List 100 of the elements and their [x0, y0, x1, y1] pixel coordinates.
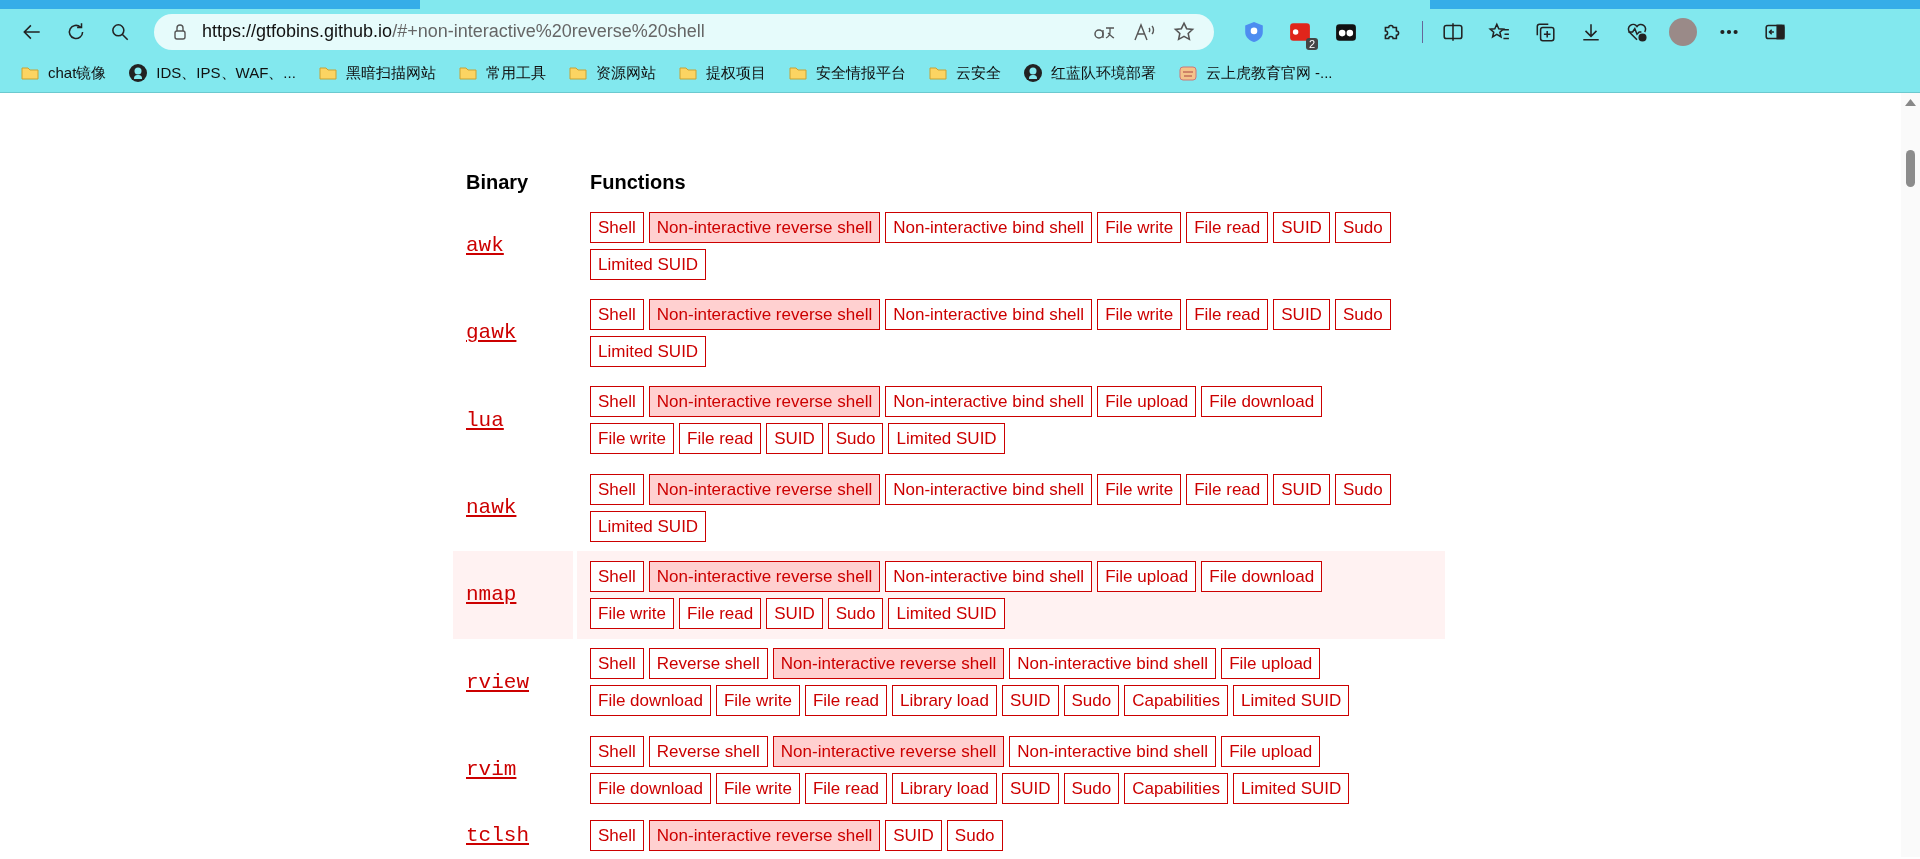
function-tag[interactable]: Sudo — [827, 423, 884, 455]
function-tag[interactable]: Shell — [590, 386, 644, 418]
bookmark-item[interactable]: chat镜像 — [12, 59, 115, 87]
function-tag[interactable]: Non-interactive reverse shell — [648, 819, 881, 851]
binary-link[interactable]: gawk — [466, 321, 517, 345]
address-bar[interactable]: https://gtfobins.github.io/#+non-interactive%20reverse%20shell — [154, 13, 1214, 50]
function-tag[interactable]: Library load — [892, 685, 997, 717]
scroll-up-icon[interactable] — [1905, 99, 1916, 106]
function-tag[interactable]: SUID — [1273, 473, 1330, 505]
function-tag[interactable]: File read — [679, 423, 762, 455]
function-tag[interactable]: Sudo — [827, 597, 884, 629]
bookmark-item[interactable]: 云上虎教育官网 -... — [1169, 59, 1341, 87]
function-tag[interactable]: File read — [804, 685, 888, 717]
function-tag[interactable]: File read — [1186, 299, 1269, 330]
function-tag[interactable]: File download — [590, 685, 711, 717]
function-tag[interactable]: Limited SUID — [1233, 685, 1350, 717]
function-tag[interactable]: File write — [1097, 299, 1182, 330]
function-tag[interactable]: Limited SUID — [888, 597, 1005, 629]
function-tag[interactable]: Shell — [590, 560, 644, 592]
function-tag[interactable]: Sudo — [1334, 299, 1391, 330]
binary-link[interactable]: awk — [466, 234, 504, 258]
function-tag[interactable]: File write — [590, 423, 674, 455]
function-tag[interactable]: Shell — [590, 648, 644, 680]
bookmark-item[interactable]: 云安全 — [919, 59, 1009, 87]
function-tag[interactable]: Shell — [590, 473, 644, 505]
function-tag[interactable]: Non-interactive reverse shell — [772, 648, 1005, 680]
function-tag[interactable]: File read — [1186, 211, 1269, 243]
function-tag[interactable]: Sudo — [1063, 685, 1120, 717]
function-tag[interactable]: Shell — [590, 735, 644, 767]
function-tag[interactable]: SUID — [766, 597, 823, 629]
function-tag[interactable]: Limited SUID — [590, 510, 707, 542]
function-tag[interactable]: SUID — [1001, 772, 1059, 804]
function-tag[interactable]: Non-interactive bind shell — [885, 386, 1093, 418]
function-tag[interactable]: File upload — [1097, 386, 1197, 418]
bookmark-item[interactable]: 黑暗扫描网站 — [309, 59, 444, 87]
function-tag[interactable]: Capabilities — [1124, 685, 1229, 717]
function-tag[interactable]: Shell — [590, 819, 644, 851]
github-icon — [1022, 63, 1043, 83]
function-tag[interactable]: Shell — [590, 299, 644, 330]
function-tag[interactable]: Non-interactive reverse shell — [648, 560, 881, 592]
function-tag[interactable]: Reverse shell — [648, 648, 768, 680]
function-tag[interactable]: SUID — [885, 819, 942, 851]
function-tag[interactable]: SUID — [766, 423, 823, 455]
function-tag[interactable]: Non-interactive reverse shell — [648, 299, 881, 330]
function-tag[interactable]: Sudo — [946, 819, 1003, 851]
function-tag[interactable]: Sudo — [1334, 473, 1391, 505]
function-tag[interactable]: File upload — [1221, 648, 1321, 680]
function-tag[interactable]: Limited SUID — [888, 423, 1005, 455]
function-tag[interactable]: Non-interactive reverse shell — [648, 211, 881, 243]
binary-link[interactable]: rvim — [466, 758, 517, 782]
function-tag[interactable]: Non-interactive bind shell — [1009, 648, 1217, 680]
function-tag[interactable]: Non-interactive bind shell — [885, 299, 1093, 330]
function-tag[interactable]: File read — [804, 772, 888, 804]
function-tag[interactable]: File write — [715, 772, 800, 804]
function-tag[interactable]: File write — [1097, 211, 1182, 243]
function-tag[interactable]: Limited SUID — [1233, 772, 1350, 804]
function-tag[interactable]: Sudo — [1334, 211, 1391, 243]
function-tag[interactable]: File download — [590, 772, 711, 804]
site-icon — [1177, 63, 1198, 83]
bookmark-item[interactable]: 提权项目 — [669, 59, 774, 87]
function-tag[interactable]: Shell — [590, 211, 644, 243]
function-tag[interactable]: Library load — [892, 772, 997, 804]
binary-link[interactable]: lua — [466, 408, 504, 432]
function-tag[interactable]: Non-interactive reverse shell — [648, 473, 881, 505]
bookmark-item[interactable]: 常用工具 — [449, 59, 554, 87]
function-tag[interactable]: Non-interactive bind shell — [885, 473, 1093, 505]
bookmark-item[interactable]: 资源网站 — [559, 59, 664, 87]
function-tag[interactable]: Capabilities — [1124, 772, 1229, 804]
url-text: https://gtfobins.github.io/#+non-interactive%20reverse%20shell — [202, 21, 706, 42]
scrollbar[interactable] — [1901, 93, 1920, 857]
function-tag[interactable]: Non-interactive reverse shell — [648, 386, 881, 418]
function-tag[interactable]: Limited SUID — [590, 336, 707, 367]
function-tag[interactable]: Reverse shell — [648, 735, 768, 767]
binary-link[interactable]: nawk — [466, 496, 517, 520]
function-tag[interactable]: File upload — [1097, 560, 1197, 592]
function-tag[interactable]: File write — [715, 685, 800, 717]
function-tag[interactable]: File write — [1097, 473, 1182, 505]
function-tag[interactable]: Non-interactive bind shell — [1009, 735, 1217, 767]
bookmark-item[interactable]: 红蓝队环境部署 — [1014, 59, 1164, 87]
bookmark-item[interactable]: 安全情报平台 — [779, 59, 914, 87]
function-tag[interactable]: File upload — [1221, 735, 1321, 767]
extension-button[interactable]: 2 — [1280, 13, 1320, 50]
function-tag[interactable]: SUID — [1273, 211, 1330, 243]
function-tag[interactable]: Sudo — [1063, 772, 1120, 804]
function-tag[interactable]: File read — [679, 597, 762, 629]
function-tag[interactable]: SUID — [1001, 685, 1059, 717]
binary-link[interactable]: rview — [466, 670, 529, 694]
function-tag[interactable]: Limited SUID — [590, 248, 707, 280]
function-tag[interactable]: Non-interactive bind shell — [885, 560, 1093, 592]
function-tag[interactable]: Non-interactive reverse shell — [772, 735, 1005, 767]
function-tag[interactable]: File download — [1201, 560, 1323, 592]
function-tag[interactable]: SUID — [1273, 299, 1330, 330]
function-tag[interactable]: File write — [590, 597, 674, 629]
bookmark-item[interactable]: IDS、IPS、WAF、... — [120, 59, 304, 87]
function-tag[interactable]: File read — [1186, 473, 1269, 505]
binary-link[interactable]: nmap — [466, 583, 517, 607]
function-tag[interactable]: File download — [1201, 386, 1323, 418]
scrollbar-thumb[interactable] — [1906, 150, 1915, 187]
binary-link[interactable]: tclsh — [466, 823, 529, 847]
function-tag[interactable]: Non-interactive bind shell — [885, 211, 1093, 243]
